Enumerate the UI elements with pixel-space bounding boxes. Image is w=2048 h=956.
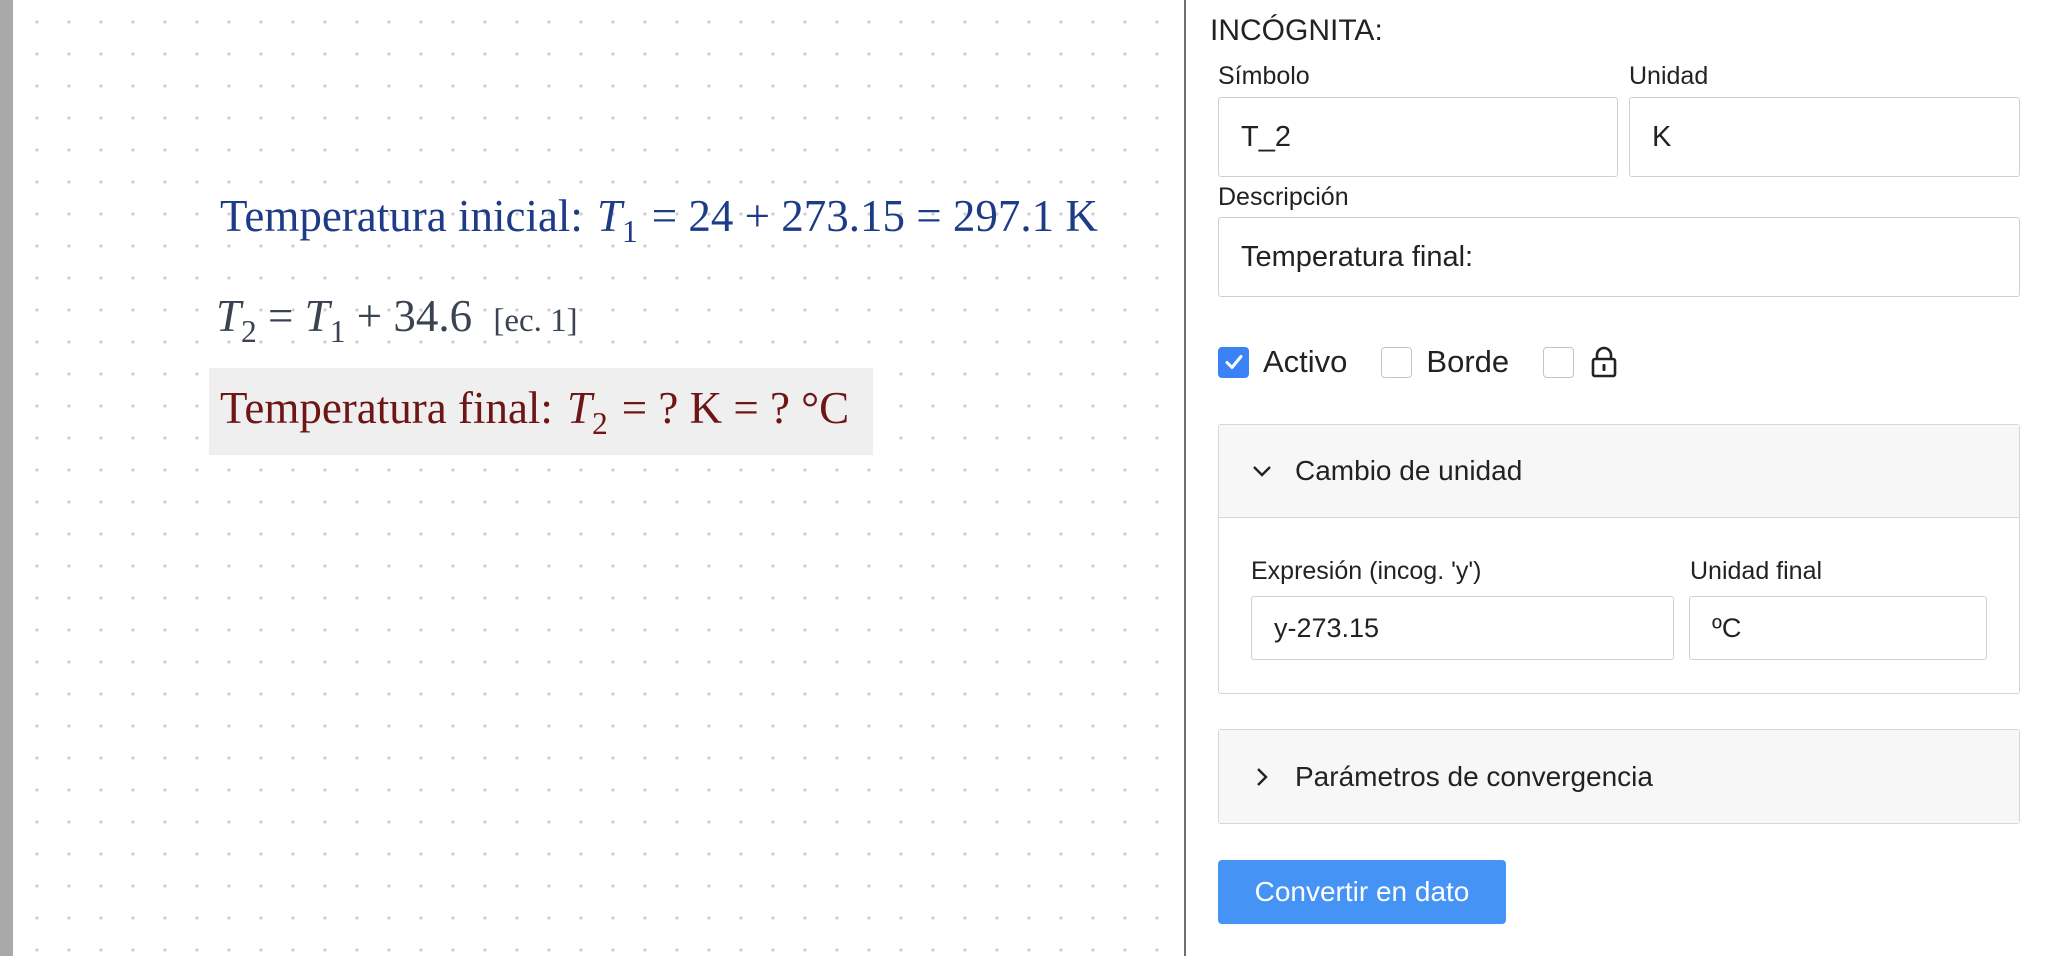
chevron-down-icon: [1253, 466, 1271, 477]
final-unit-label: Unidad final: [1690, 557, 1823, 585]
active-checkbox-label: Activo: [1263, 344, 1348, 379]
description-input[interactable]: Temperatura final:: [1218, 217, 2020, 297]
equation-tag: [ec. 1]: [493, 303, 578, 339]
equation-subscript: 1: [621, 214, 638, 250]
left-edge-strip: [0, 0, 13, 956]
checkmark-icon: [1225, 355, 1242, 369]
expression-input[interactable]: y-273.15: [1251, 596, 1674, 660]
equation-subscript: 2: [591, 406, 608, 442]
unit-input[interactable]: K: [1629, 97, 2020, 177]
expression-label: Expresión (incog. 'y'): [1251, 557, 1482, 585]
unit-label: Unidad: [1629, 62, 1709, 90]
equation-rhs-rest: + 34.6: [356, 291, 473, 341]
final-unit-input[interactable]: ºC: [1689, 596, 1987, 660]
equals-sign: =: [268, 291, 294, 341]
equation-label: Temperatura inicial:: [220, 191, 583, 241]
equation-lhs-subscript: 2: [241, 314, 257, 350]
unit-change-header[interactable]: Cambio de unidad: [1219, 425, 2019, 518]
equation-final-temperature[interactable]: Temperatura final: T2 = ? K = ? °C: [220, 382, 849, 442]
properties-panel: INCÓGNITA: Símbolo Unidad T_2 K Descripc…: [1186, 0, 2048, 956]
equation-symbol: T: [566, 383, 592, 433]
description-label: Descripción: [1218, 183, 1349, 211]
equation-expression: = 24 + 273.15 = 297.1 K: [651, 191, 1098, 241]
equation-initial-temperature[interactable]: Temperatura inicial: T1 = 24 + 273.15 = 29…: [220, 190, 1098, 250]
symbol-label: Símbolo: [1218, 62, 1310, 90]
symbol-input[interactable]: T_2: [1218, 97, 1618, 177]
equation-1[interactable]: T2 = T1 + 34.6 [ec. 1]: [216, 290, 578, 350]
border-checkbox[interactable]: [1381, 346, 1413, 378]
chevron-right-icon: [1257, 767, 1268, 786]
convergence-header[interactable]: Parámetros de convergencia: [1219, 730, 2019, 823]
equation-rhs-subscript: 1: [329, 314, 346, 350]
equation-lhs-symbol: T: [216, 291, 242, 341]
lock-checkbox[interactable]: [1543, 346, 1575, 378]
lock-icon: [1590, 346, 1618, 378]
active-checkbox[interactable]: [1218, 346, 1249, 378]
equation-canvas[interactable]: Temperatura inicial: T1 = 24 + 273.15 = 29…: [13, 0, 1184, 956]
convergence-title: Parámetros de convergencia: [1295, 760, 1653, 792]
equation-symbol: T: [596, 191, 622, 241]
equation-label: Temperatura final:: [220, 383, 553, 433]
convergence-section: Parámetros de convergencia: [1218, 729, 2020, 824]
convert-to-data-button[interactable]: Convertir en dato: [1218, 860, 1506, 924]
options-row: Activo Borde: [1218, 344, 1618, 380]
equation-rhs-symbol: T: [304, 291, 330, 341]
border-checkbox-label: Borde: [1426, 344, 1510, 379]
unit-change-section: Cambio de unidad Expresión (incog. 'y') …: [1218, 424, 2020, 694]
panel-heading: INCÓGNITA:: [1210, 14, 1383, 47]
equation-expression: = ? K = ? °C: [621, 383, 850, 433]
unit-change-title: Cambio de unidad: [1295, 455, 1523, 486]
